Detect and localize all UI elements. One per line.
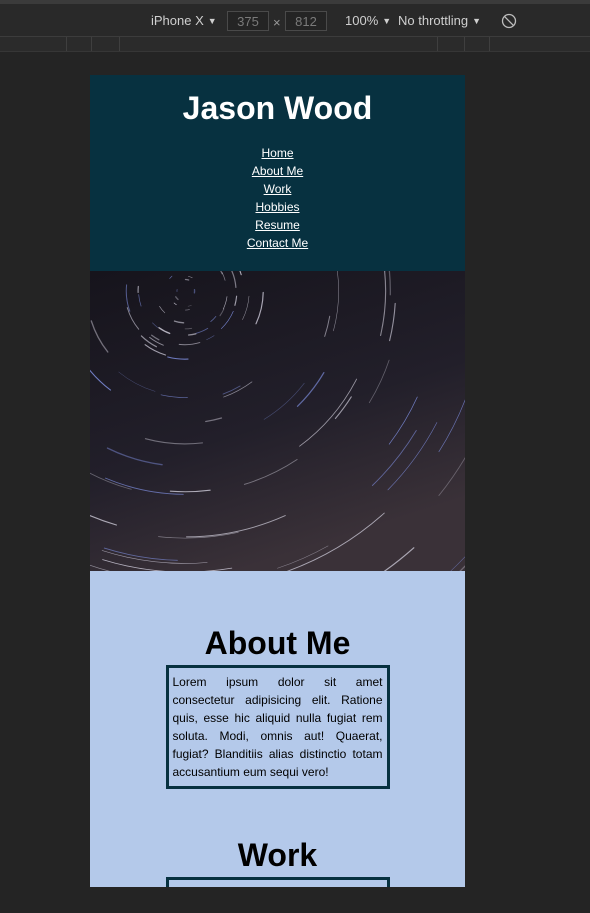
device-toolbar: iPhone X▼ × 100%▼ No throttling▼ bbox=[0, 4, 590, 37]
device-select[interactable]: iPhone X ▼ bbox=[151, 13, 217, 28]
caret-down-icon: ▼ bbox=[207, 16, 217, 26]
ruler-divider bbox=[91, 37, 92, 51]
site-header: Jason Wood Home About Me Work Hobbies Re… bbox=[90, 75, 465, 271]
about-section: About Me Lorem ipsum dolor sit amet cons… bbox=[90, 571, 465, 789]
nav-link-about-me[interactable]: About Me bbox=[252, 164, 303, 178]
width-input[interactable] bbox=[227, 11, 269, 31]
work-heading: Work bbox=[237, 837, 318, 873]
work-text-box bbox=[165, 877, 390, 887]
nav-link-work[interactable]: Work bbox=[264, 182, 292, 196]
site-nav: Home About Me Work Hobbies Resume Contac… bbox=[90, 144, 465, 252]
media-query-ruler[interactable] bbox=[0, 37, 590, 52]
caret-down-icon: ▼ bbox=[472, 16, 482, 26]
nav-link-contact-me[interactable]: Contact Me bbox=[247, 236, 308, 250]
hero-star-trails-image bbox=[90, 271, 465, 571]
device-viewport: Jason Wood Home About Me Work Hobbies Re… bbox=[90, 75, 465, 887]
ruler-divider bbox=[437, 37, 438, 51]
nav-link-resume[interactable]: Resume bbox=[255, 218, 300, 232]
height-input[interactable] bbox=[285, 11, 327, 31]
nav-link-hobbies[interactable]: Hobbies bbox=[255, 200, 299, 214]
zoom-select[interactable]: 100% ▼ bbox=[345, 13, 391, 28]
about-heading: About Me bbox=[204, 625, 351, 661]
zoom-label: 100% bbox=[345, 13, 379, 28]
ruler-divider bbox=[66, 37, 67, 51]
site-title: Jason Wood bbox=[182, 90, 373, 126]
device-label: iPhone X bbox=[151, 13, 204, 28]
ruler-divider bbox=[119, 37, 120, 51]
ruler-divider bbox=[464, 37, 465, 51]
throttling-label: No throttling bbox=[398, 13, 469, 28]
nav-link-home[interactable]: Home bbox=[261, 146, 293, 160]
rotate-icon[interactable] bbox=[501, 13, 517, 29]
throttling-select[interactable]: No throttling ▼ bbox=[398, 13, 481, 28]
caret-down-icon: ▼ bbox=[382, 16, 392, 26]
ruler-divider bbox=[489, 37, 490, 51]
times-icon: × bbox=[273, 15, 281, 30]
work-section: Work bbox=[90, 837, 465, 887]
about-text: Lorem ipsum dolor sit amet consectetur a… bbox=[165, 665, 390, 789]
